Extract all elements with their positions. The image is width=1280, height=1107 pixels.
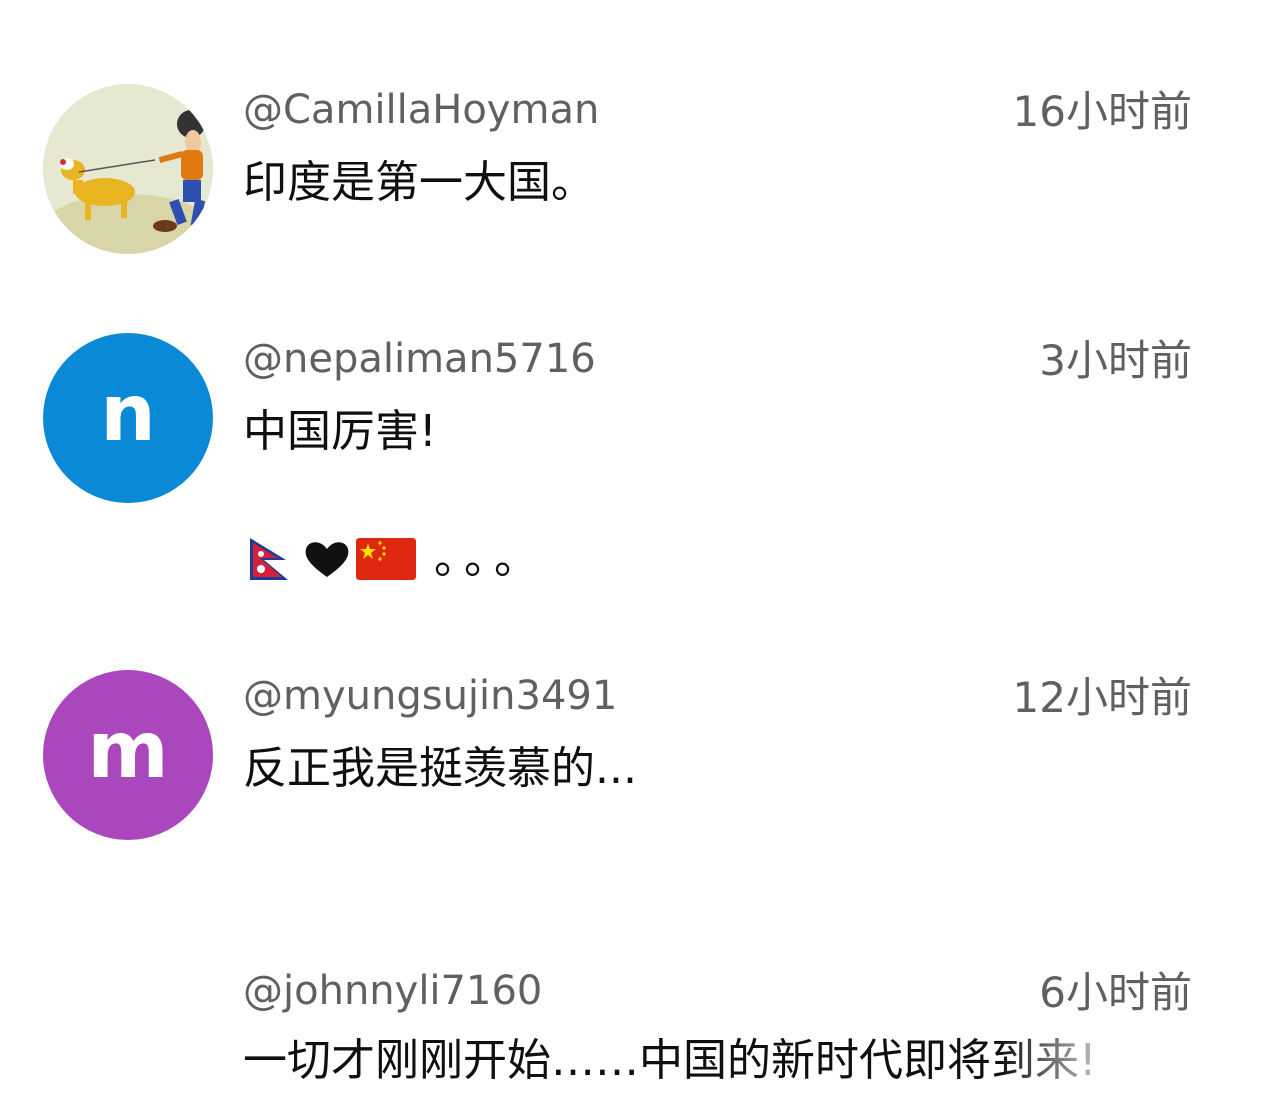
comment-timestamp: 3小时前: [1039, 336, 1192, 385]
comment-text-suffix: 。。。: [434, 533, 546, 584]
comment-author[interactable]: @nepaliman5716: [243, 335, 596, 383]
comment-author[interactable]: @johnnyli7160: [243, 967, 542, 1015]
goofy-pluto-cartoon-avatar-icon: [43, 84, 213, 254]
comment-list: @CamillaHoyman 16小时前 印度是第一大国。 n @nepalim…: [0, 0, 1280, 1107]
china-flag-icon: [356, 538, 416, 580]
nepal-flag-icon: [250, 538, 288, 580]
avatar[interactable]: m: [43, 670, 213, 840]
avatar-letter: n: [100, 369, 156, 459]
comment-author[interactable]: @CamillaHoyman: [243, 86, 599, 134]
comment-timestamp: 6小时前: [1039, 968, 1192, 1017]
avatar[interactable]: [43, 84, 213, 254]
comment-text-line2: 。。。: [248, 533, 546, 585]
comment-text: 反正我是挺羡慕的...: [243, 743, 637, 794]
comment-text: 印度是第一大国。: [243, 157, 595, 208]
avatar-letter: m: [87, 706, 169, 796]
black-heart-icon: [305, 542, 349, 577]
comment-timestamp: 16小时前: [1012, 87, 1192, 136]
avatar[interactable]: n: [43, 333, 213, 503]
comment-text: 中国厉害!: [243, 406, 437, 457]
comment-text: 一切才刚刚开始……中国的新时代即将到来!: [243, 1035, 1097, 1086]
comment-timestamp: 12小时前: [1012, 673, 1192, 722]
comment-author[interactable]: @myungsujin3491: [243, 672, 617, 720]
